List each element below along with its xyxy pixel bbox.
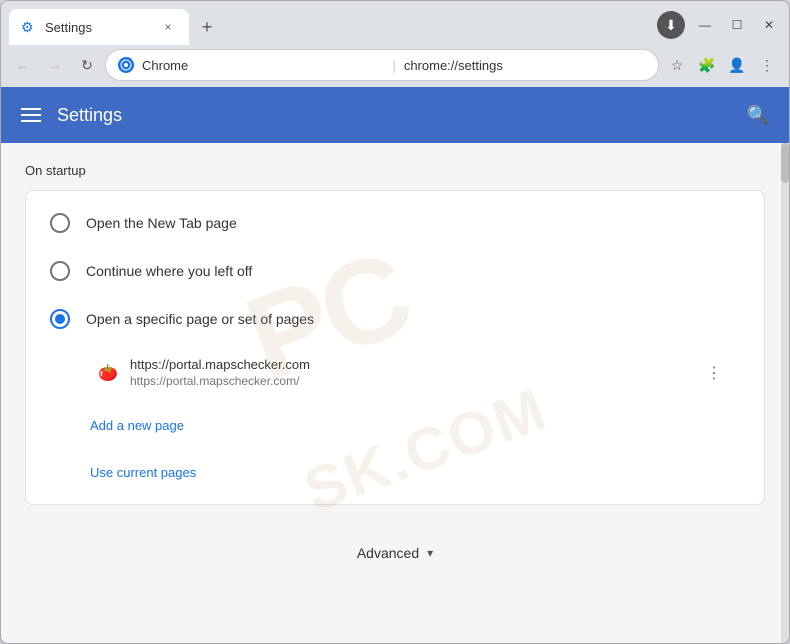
reload-button[interactable]: ↻ xyxy=(73,51,101,79)
title-bar: ⚙ Settings × + ⬇ — ☐ ✕ xyxy=(1,1,789,45)
radio-label-continue: Continue where you left off xyxy=(86,263,252,279)
browser-window: ⚙ Settings × + ⬇ — ☐ ✕ ← → ↻ Chrom xyxy=(0,0,790,644)
settings-search-icon[interactable]: 🔍 xyxy=(747,105,769,126)
radio-label-specific: Open a specific page or set of pages xyxy=(86,311,314,327)
startup-options-card: Open the New Tab page Continue where you… xyxy=(25,190,765,505)
menu-button[interactable]: ⋮ xyxy=(753,51,781,79)
radio-label-new-tab: Open the New Tab page xyxy=(86,215,237,231)
radio-circle-continue xyxy=(50,261,70,281)
tab-area: ⚙ Settings × + xyxy=(9,9,653,45)
maximize-button[interactable]: ☐ xyxy=(725,13,749,37)
use-current-pages-link[interactable]: Use current pages xyxy=(86,457,200,488)
use-current-pages-section: Use current pages xyxy=(26,449,764,496)
active-tab[interactable]: ⚙ Settings × xyxy=(9,9,189,45)
settings-body: PCSK.COM On startup Open the New Tab pag… xyxy=(1,143,789,643)
radio-circle-new-tab xyxy=(50,213,70,233)
download-icon: ⬇ xyxy=(657,11,685,39)
address-favicon-icon xyxy=(118,57,134,73)
radio-circle-specific xyxy=(50,309,70,329)
scrollbar-track[interactable] xyxy=(781,143,789,643)
address-url: chrome://settings xyxy=(404,58,646,73)
startup-page-info: https://portal.mapschecker.com https://p… xyxy=(130,357,688,388)
extensions-button[interactable]: 🧩 xyxy=(693,51,721,79)
scrollbar-thumb[interactable] xyxy=(781,143,789,183)
back-button[interactable]: ← xyxy=(9,51,37,79)
advanced-chevron-icon: ▾ xyxy=(427,546,433,560)
bookmark-button[interactable]: ☆ xyxy=(663,51,691,79)
startup-page-favicon: 🍅 xyxy=(98,363,118,383)
tab-favicon-icon: ⚙ xyxy=(21,19,37,35)
settings-header: Settings 🔍 xyxy=(1,87,789,143)
settings-page-title: Settings xyxy=(57,105,122,126)
section-title: On startup xyxy=(25,163,765,178)
radio-option-new-tab[interactable]: Open the New Tab page xyxy=(26,199,764,247)
address-bar[interactable]: Chrome | chrome://settings xyxy=(105,49,659,81)
startup-page-url-main: https://portal.mapschecker.com xyxy=(130,357,688,372)
startup-page-entry[interactable]: 🍅 https://portal.mapschecker.com https:/… xyxy=(86,347,740,398)
hamburger-menu-button[interactable] xyxy=(21,108,41,122)
close-button[interactable]: ✕ xyxy=(757,13,781,37)
window-controls: — ☐ ✕ xyxy=(693,13,781,37)
radio-option-specific[interactable]: Open a specific page or set of pages xyxy=(26,295,764,343)
toolbar: ← → ↻ Chrome | chrome://settings ☆ 🧩 👤 ⋮ xyxy=(1,45,789,87)
tab-title: Settings xyxy=(45,20,151,35)
radio-option-continue[interactable]: Continue where you left off xyxy=(26,247,764,295)
profile-button[interactable]: 👤 xyxy=(723,51,751,79)
minimize-button[interactable]: — xyxy=(693,13,717,37)
new-tab-button[interactable]: + xyxy=(193,13,221,41)
advanced-section[interactable]: Advanced ▾ xyxy=(25,529,765,577)
settings-header-left: Settings xyxy=(21,105,122,126)
startup-page-more-button[interactable]: ⋮ xyxy=(700,359,728,387)
add-new-page-link[interactable]: Add a new page xyxy=(86,410,188,441)
startup-page-url-sub: https://portal.mapschecker.com/ xyxy=(130,374,688,388)
toolbar-icons: ☆ 🧩 👤 ⋮ xyxy=(663,51,781,79)
add-new-page-section: Add a new page xyxy=(26,402,764,449)
tab-close-button[interactable]: × xyxy=(159,18,177,36)
page-content: Settings 🔍 PCSK.COM On startup Open the … xyxy=(1,87,789,643)
address-site-name: Chrome xyxy=(142,58,384,73)
advanced-label: Advanced xyxy=(357,545,419,561)
forward-button[interactable]: → xyxy=(41,51,69,79)
